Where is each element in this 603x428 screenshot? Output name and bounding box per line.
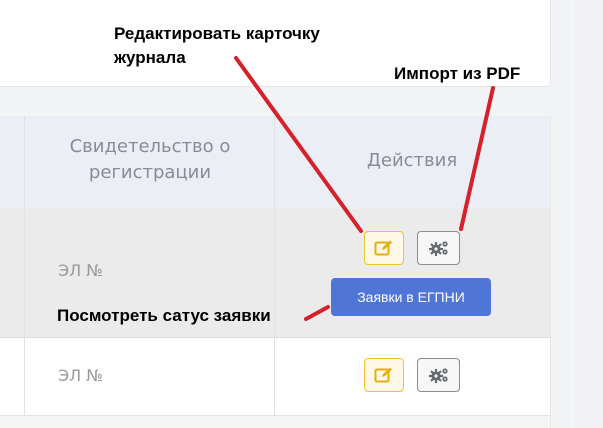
column-divider — [274, 209, 275, 337]
column-divider — [24, 338, 25, 415]
table-row: ЭЛ № — [0, 338, 550, 416]
table-header: Свидетельство о регистрации Действия — [0, 116, 550, 210]
edit-journal-button[interactable] — [364, 231, 404, 265]
table-row — [0, 416, 550, 428]
import-pdf-button[interactable] — [417, 358, 460, 392]
annotation-view-status: Посмотреть сатус заявки — [57, 306, 271, 325]
certificate-cell: ЭЛ № — [58, 261, 103, 280]
column-divider — [24, 209, 25, 337]
annotation-edit-card: Редактировать карточку журнала — [114, 24, 320, 67]
egpni-requests-tooltip[interactable]: Заявки в ЕГПНИ — [331, 278, 491, 316]
annotation-import-pdf: Импорт из PDF — [394, 64, 521, 83]
edit-journal-button[interactable] — [364, 358, 404, 392]
column-divider — [24, 116, 25, 209]
certificate-cell: ЭЛ № — [58, 366, 103, 385]
gears-icon — [428, 368, 448, 383]
column-divider — [274, 116, 275, 209]
column-divider — [274, 338, 275, 415]
gears-icon — [428, 241, 448, 256]
pencil-square-icon — [374, 367, 392, 383]
import-pdf-button[interactable] — [417, 231, 460, 265]
journal-table: Свидетельство о регистрации Действия ЭЛ … — [0, 116, 551, 428]
header-certificate[interactable]: Свидетельство о регистрации — [44, 134, 256, 186]
scrollbar-track[interactable] — [575, 0, 603, 428]
header-actions: Действия — [366, 150, 458, 171]
pencil-square-icon — [374, 240, 392, 256]
